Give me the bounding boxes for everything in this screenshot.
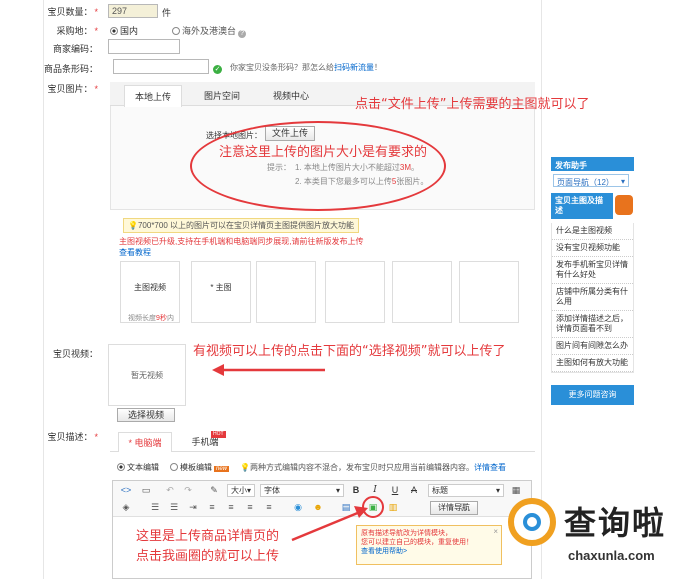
watermark-url: chaxunla.com bbox=[568, 548, 655, 563]
arrow-head bbox=[354, 506, 368, 518]
arrow-to-image-icon bbox=[291, 510, 361, 542]
watermark-brand: 查询啦 bbox=[564, 504, 667, 542]
watermark-logo-icon bbox=[508, 498, 556, 546]
arrow-head bbox=[212, 364, 224, 376]
annotation-arrows bbox=[212, 364, 368, 542]
watermark: 查询啦 chaxunla.com bbox=[502, 494, 680, 576]
